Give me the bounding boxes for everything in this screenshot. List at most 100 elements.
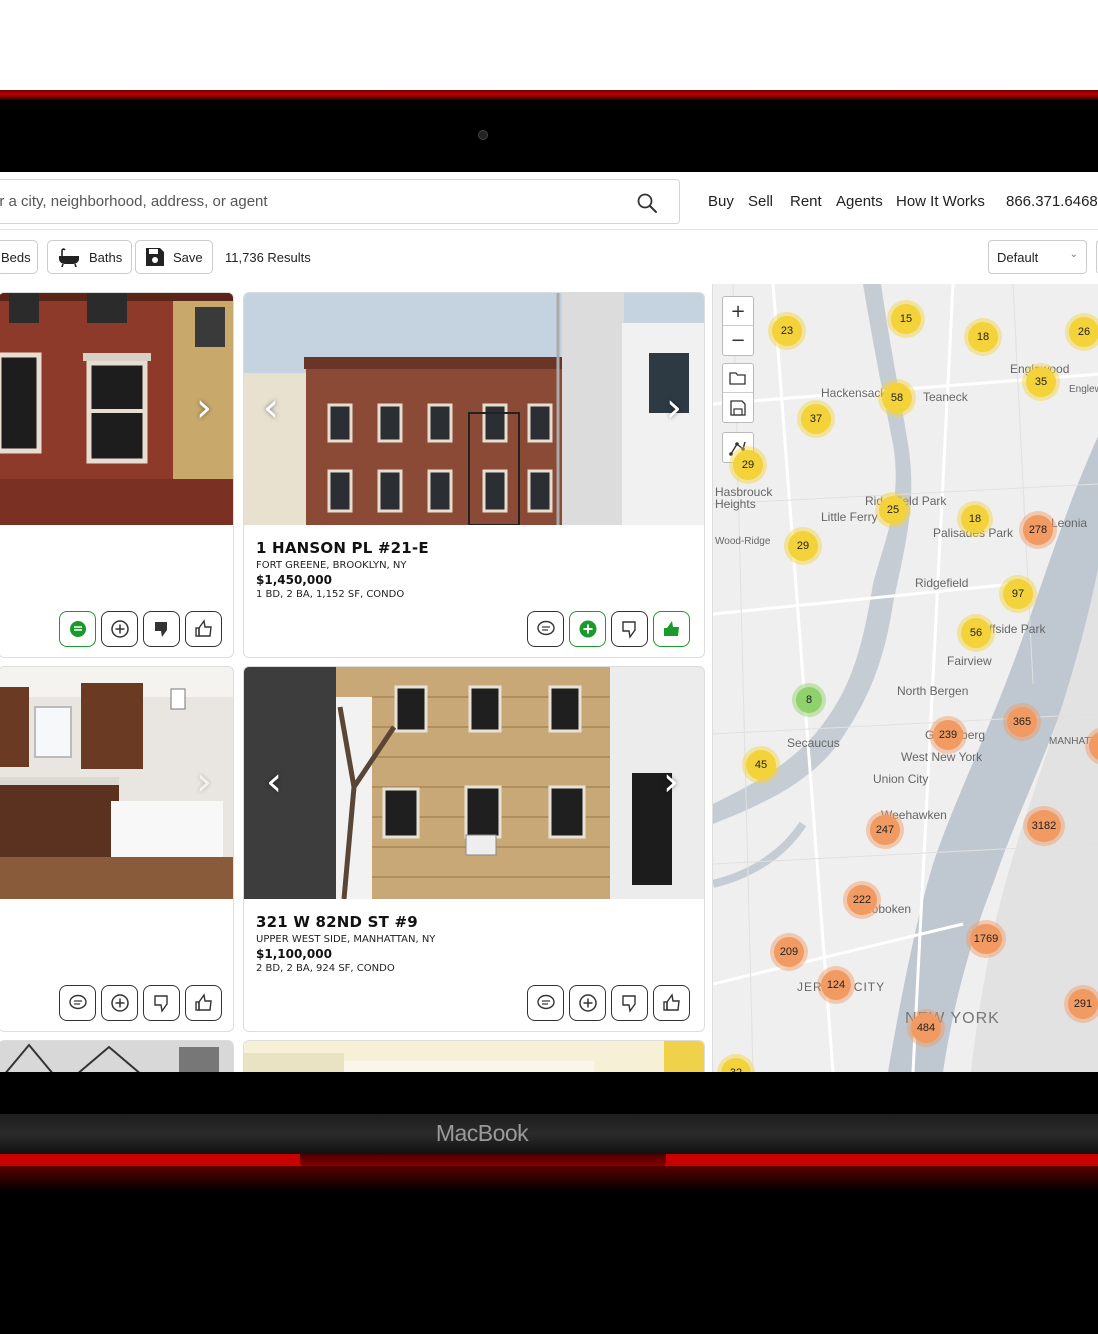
place-label: West New York xyxy=(901,750,983,764)
listing-photo[interactable] xyxy=(0,1041,234,1072)
place-label: Englewood Cliffs xyxy=(1069,384,1098,395)
listing-price: $1,450,000 xyxy=(256,573,332,587)
listing-address[interactable]: 321 W 82ND ST #9 xyxy=(256,913,418,931)
prev-photo-arrow[interactable]: ‹ xyxy=(256,383,286,433)
map-cluster[interactable]: 222 xyxy=(847,885,877,915)
dislike-button[interactable] xyxy=(611,985,648,1021)
search-box[interactable]: er a city, neighborhood, address, or age… xyxy=(0,179,680,224)
map-cluster[interactable]: 18 xyxy=(961,505,989,533)
listing-photo[interactable]: › xyxy=(0,293,233,525)
listing-photo[interactable]: ‹ › xyxy=(244,667,704,899)
map-cluster[interactable]: 35 xyxy=(1026,367,1056,397)
like-button[interactable] xyxy=(653,611,690,647)
comment-button[interactable] xyxy=(527,611,564,647)
listing-actions xyxy=(59,985,222,1021)
prev-photo-arrow[interactable]: ‹ xyxy=(259,757,289,807)
map-cluster[interactable]: 209 xyxy=(774,937,804,967)
plus-circle-icon xyxy=(110,620,129,638)
dislike-button[interactable] xyxy=(143,985,180,1021)
map-cluster[interactable]: 15 xyxy=(891,304,921,334)
next-photo-arrow[interactable]: › xyxy=(189,757,219,807)
listing-address[interactable]: 1 HANSON PL #21-E xyxy=(256,539,429,557)
place-label: Little Ferry xyxy=(821,510,878,524)
map-cluster[interactable]: 25 xyxy=(879,496,907,524)
map-cluster[interactable]: 58 xyxy=(882,383,912,413)
add-to-list-button[interactable] xyxy=(101,985,138,1021)
saved-area-controls xyxy=(722,363,754,423)
map-cluster[interactable]: 45 xyxy=(746,750,776,780)
chevron-down-icon: ⌄ xyxy=(1069,249,1078,260)
place-label: Leonia xyxy=(1051,516,1088,530)
map-cluster[interactable]: 239 xyxy=(933,720,963,750)
listing-card[interactable]: › xyxy=(0,666,234,1032)
add-to-list-button[interactable] xyxy=(569,611,606,647)
save-area-icon[interactable] xyxy=(723,393,753,422)
zoom-out-button[interactable]: − xyxy=(723,326,753,355)
baths-filter-button[interactable]: Baths xyxy=(47,240,133,274)
comment-button[interactable] xyxy=(59,611,96,647)
map-cluster[interactable]: 278 xyxy=(1023,515,1053,545)
thumbs-down-icon xyxy=(621,995,636,1013)
place-label: Hasbrouck Heights xyxy=(715,485,773,511)
listing-photo[interactable]: ‹ › xyxy=(244,293,704,525)
next-photo-arrow[interactable]: › xyxy=(656,757,686,807)
zoom-in-button[interactable]: + xyxy=(723,297,753,326)
map-cluster[interactable]: 18 xyxy=(968,322,998,352)
comment-icon xyxy=(536,620,555,636)
map-cluster[interactable]: 26 xyxy=(1069,317,1098,347)
map-cluster[interactable]: 291 xyxy=(1068,989,1098,1019)
map-cluster[interactable]: 56 xyxy=(961,618,991,648)
add-to-list-button[interactable] xyxy=(101,611,138,647)
nav-buy[interactable]: Buy xyxy=(708,193,734,210)
search-input[interactable]: er a city, neighborhood, address, or age… xyxy=(0,193,268,210)
listing-details: 1 BD, 2 BA, 1,152 SF, CONDO xyxy=(256,589,405,600)
nav-sell[interactable]: Sell xyxy=(748,193,773,210)
map-cluster[interactable]: 29 xyxy=(733,450,763,480)
add-to-list-button[interactable] xyxy=(569,985,606,1021)
nav-rent[interactable]: Rent xyxy=(790,193,822,210)
nav-how-it-works[interactable]: How It Works xyxy=(896,193,985,210)
floppy-disk-icon xyxy=(146,248,164,266)
next-photo-arrow[interactable]: › xyxy=(659,383,689,433)
listing-card[interactable]: › xyxy=(0,292,234,658)
listing-photo[interactable] xyxy=(244,1041,705,1072)
place-label: Secaucus xyxy=(787,736,840,750)
open-folder-icon[interactable] xyxy=(723,364,753,393)
next-photo-arrow[interactable]: › xyxy=(189,383,219,433)
dislike-button[interactable] xyxy=(611,611,648,647)
beds-filter-button[interactable]: Beds xyxy=(0,240,38,274)
map-cluster[interactable]: 97 xyxy=(1003,579,1033,609)
map-cluster[interactable]: 3182 xyxy=(1027,810,1061,842)
map-cluster[interactable]: 365 xyxy=(1007,707,1037,737)
comment-button[interactable] xyxy=(59,985,96,1021)
listing-card[interactable]: ‹ › 321 W 82ND ST #9 UPPER WEST SIDE, MA… xyxy=(243,666,705,1032)
map-cluster[interactable]: 23 xyxy=(772,316,802,346)
search-icon[interactable] xyxy=(636,192,658,214)
screen-bezel-bottom xyxy=(0,1072,1098,1114)
listing-photo[interactable]: › xyxy=(0,667,233,899)
like-button[interactable] xyxy=(185,985,222,1021)
map-cluster[interactable]: 1769 xyxy=(970,924,1002,954)
listing-actions xyxy=(527,985,690,1021)
map-cluster[interactable]: 484 xyxy=(911,1013,941,1043)
listing-card[interactable] xyxy=(0,1040,234,1072)
like-button[interactable] xyxy=(653,985,690,1021)
map-cluster[interactable]: 8 xyxy=(796,687,822,713)
place-label: Ridgefield xyxy=(915,576,969,590)
map-cluster[interactable]: 247 xyxy=(870,815,900,845)
map-cluster[interactable]: 29 xyxy=(788,531,818,561)
phone-number[interactable]: 866.371.6468 xyxy=(1006,193,1098,210)
comment-button[interactable] xyxy=(527,985,564,1021)
save-search-button[interactable]: Save xyxy=(135,240,213,274)
listing-card[interactable] xyxy=(243,1040,705,1072)
listing-actions xyxy=(59,611,222,647)
map-cluster[interactable]: 37 xyxy=(801,404,831,434)
listing-card[interactable]: ‹ › 1 HANSON PL #21-E FORT GREENE, BROOK… xyxy=(243,292,705,658)
laptop-lid-edge xyxy=(0,90,1098,100)
sort-select[interactable]: Default ⌄ xyxy=(988,240,1087,274)
map-cluster[interactable]: 124 xyxy=(821,970,851,1000)
dislike-button[interactable] xyxy=(143,611,180,647)
listings-map[interactable]: + − Hackensack Teaneck Englewood Englewo… xyxy=(712,284,1098,1072)
nav-agents[interactable]: Agents xyxy=(836,193,883,210)
like-button[interactable] xyxy=(185,611,222,647)
